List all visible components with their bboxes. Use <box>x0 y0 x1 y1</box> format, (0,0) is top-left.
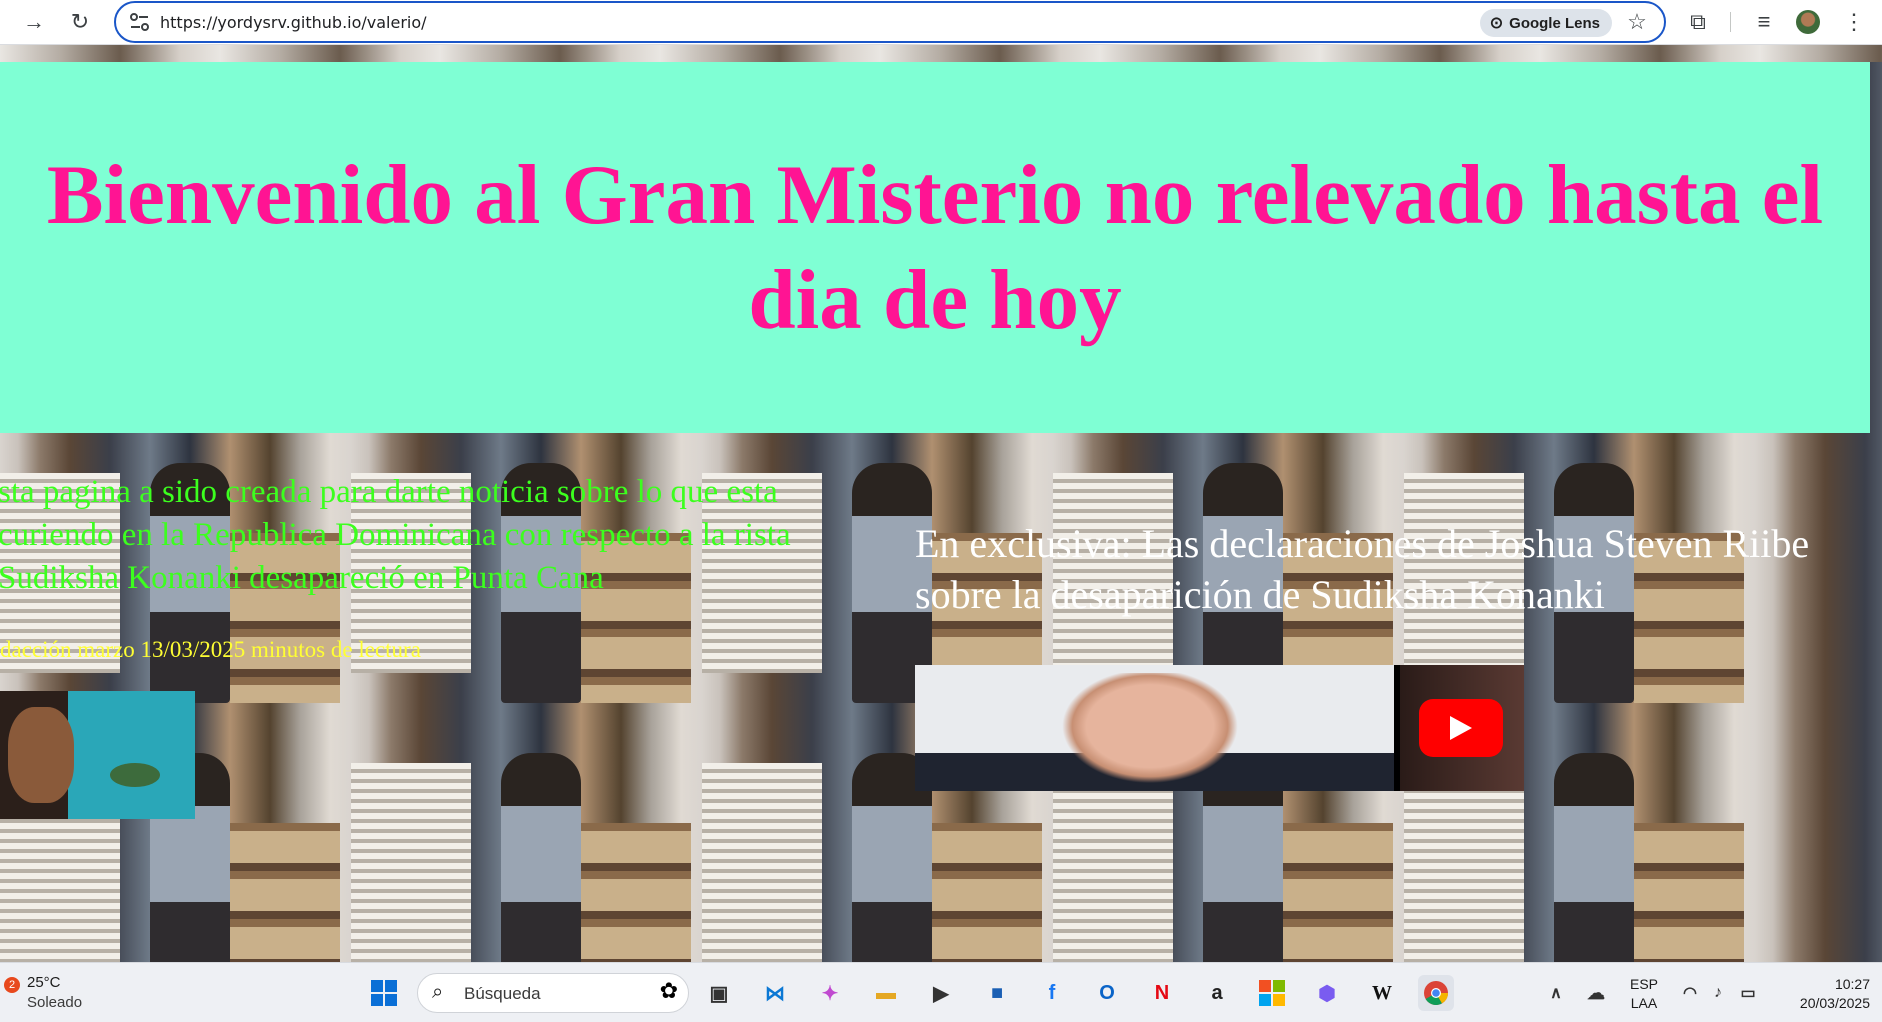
page-title: Bienvenido al Gran Misterio no relevado … <box>46 147 1824 347</box>
microsoft-icon[interactable] <box>1254 975 1290 1011</box>
windows-start-icon[interactable] <box>366 975 402 1011</box>
folder-icon[interactable]: ▬ <box>868 975 904 1011</box>
language-code: ESP <box>1630 976 1659 992</box>
thumbnail-face <box>1050 673 1250 791</box>
search-highlight-icon: ✿ <box>659 978 678 1003</box>
clock-date: 20/03/2025 <box>1799 995 1870 1011</box>
bookmark-star-icon[interactable]: ☆ <box>1622 7 1652 37</box>
address-bar[interactable]: https://yordysrv.github.io/valerio/ ⊙ Go… <box>114 1 1666 43</box>
exclusive-heading: En exclusiva: Las declaraciones de Joshu… <box>915 521 1810 617</box>
weather-condition: Soleado <box>27 994 83 1011</box>
url-text[interactable]: https://yordysrv.github.io/valerio/ <box>160 13 427 32</box>
wikipedia-icon[interactable]: W <box>1364 975 1400 1011</box>
onedrive-icon[interactable]: ☁ <box>1578 975 1614 1011</box>
article-photo <box>0 691 195 819</box>
clock-time: 10:27 <box>1834 976 1870 992</box>
weather-temperature: 25°C <box>27 974 61 991</box>
lens-icon: ⊙ <box>1489 15 1504 32</box>
netflix-icon[interactable]: N <box>1144 975 1180 1011</box>
media-player-icon[interactable]: ▶ <box>923 975 959 1011</box>
background-strip <box>0 45 1882 62</box>
file-manager-icon[interactable]: ▣ <box>701 975 737 1011</box>
extensions-icon[interactable]: ⧉ <box>1682 6 1714 38</box>
toolbar-divider <box>1730 12 1731 32</box>
weather-widget[interactable]: 2 25°C Soleado <box>4 973 124 1013</box>
amazon-icon[interactable]: a <box>1199 975 1235 1011</box>
forward-icon[interactable]: → <box>18 6 50 38</box>
youtube-play-button[interactable] <box>1419 699 1503 757</box>
keyboard-layout: LAA <box>1630 995 1658 1011</box>
vscode-icon[interactable]: ⋈ <box>757 975 793 1011</box>
article-byline: dacción marzo 13/03/2025 minutos de lect… <box>0 637 421 662</box>
language-indicator[interactable]: ESP LAA <box>1630 975 1658 1013</box>
intro-paragraph: sta pagina a sido creada para darte noti… <box>0 474 791 596</box>
google-lens-button[interactable]: ⊙ Google Lens <box>1479 9 1612 37</box>
facebook-icon[interactable]: f <box>1034 975 1070 1011</box>
profile-avatar[interactable] <box>1792 6 1824 38</box>
search-placeholder: Búsqueda <box>464 984 541 1003</box>
play-icon <box>1450 716 1472 740</box>
background-photo-tile <box>351 723 702 962</box>
taskbar-search[interactable]: ⌕ Búsqueda ✿ <box>417 973 689 1013</box>
browser-toolbar: → ↻ https://yordysrv.github.io/valerio/ … <box>0 0 1882 45</box>
reload-icon[interactable]: ↻ <box>64 6 96 38</box>
search-icon: ⌕ <box>432 981 444 1003</box>
site-settings-icon[interactable] <box>128 11 152 33</box>
web-page: Bienvenido al Gran Misterio no relevado … <box>0 45 1882 962</box>
page-header: Bienvenido al Gran Misterio no relevado … <box>0 62 1870 433</box>
google-lens-label: Google Lens <box>1509 14 1600 32</box>
weather-badge: 2 <box>4 977 20 993</box>
tray-overflow-icon[interactable]: ∧ <box>1538 975 1574 1011</box>
photo-turtle <box>110 763 160 787</box>
copilot-app-icon[interactable]: ⬢ <box>1309 975 1345 1011</box>
chrome-icon[interactable] <box>1418 975 1454 1011</box>
clock[interactable]: 10:27 20/03/2025 <box>1770 975 1870 1013</box>
video-thumbnail[interactable] <box>915 665 1394 791</box>
store-icon[interactable]: ■ <box>979 975 1015 1011</box>
media-controls-icon[interactable]: ≡ <box>1748 6 1780 38</box>
copilot-icon[interactable]: ✦ <box>812 975 848 1011</box>
browser-menu-icon[interactable]: ⋮ <box>1838 6 1870 38</box>
photo-portrait <box>8 707 74 803</box>
battery-icon[interactable]: ▭ <box>1730 975 1766 1011</box>
outlook-icon[interactable]: O <box>1089 975 1125 1011</box>
video-embed[interactable] <box>915 665 1524 791</box>
taskbar: 2 25°C Soleado ⌕ Búsqueda ✿ ▣ ⋈ ✦ ▬ ▶ ■ … <box>0 962 1882 1022</box>
